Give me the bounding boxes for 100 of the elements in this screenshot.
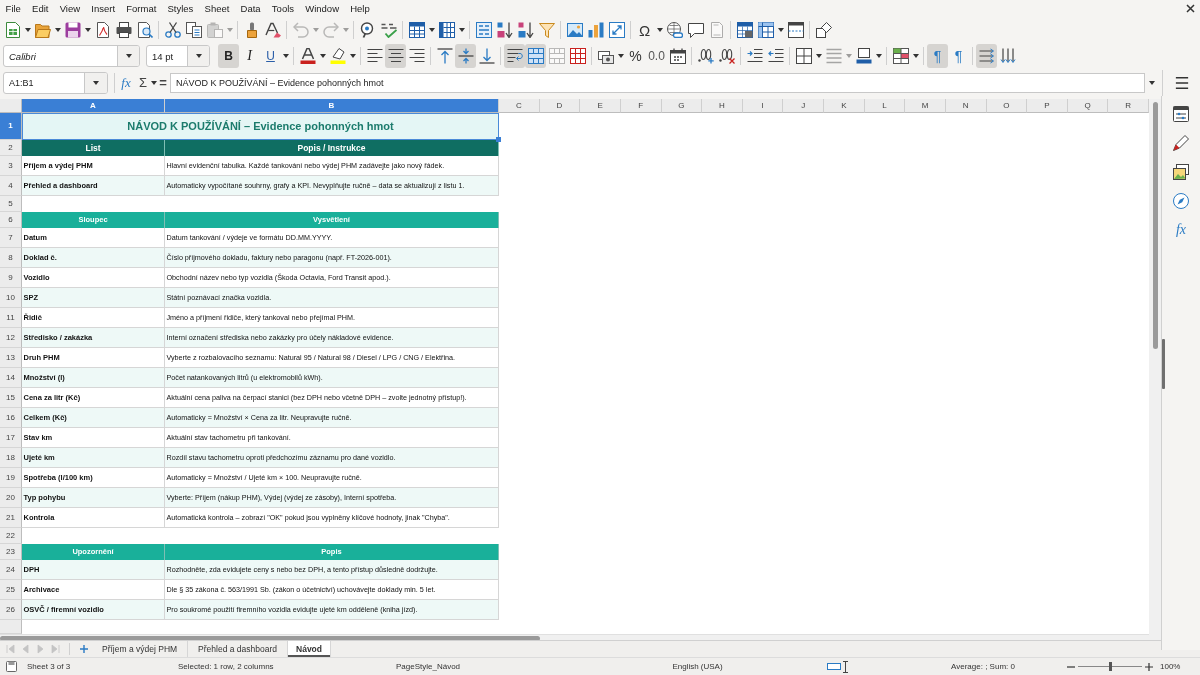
row-header[interactable]: 24 (0, 559, 22, 580)
printer-icon[interactable] (115, 22, 132, 39)
caret-icon[interactable] (319, 54, 326, 59)
column-header[interactable]: Q (1067, 98, 1109, 113)
image-icon[interactable] (566, 22, 583, 39)
menu-item[interactable]: Styles (161, 0, 199, 17)
column-header[interactable]: R (1108, 98, 1150, 113)
spellcheck-icon[interactable] (380, 22, 397, 39)
menu-item[interactable]: File (0, 0, 27, 17)
sort-ascending-icon[interactable] (496, 22, 513, 39)
column-header[interactable]: O (986, 98, 1028, 113)
sort-descending-icon[interactable] (517, 22, 534, 39)
print-preview-icon[interactable] (136, 22, 153, 39)
scissors-icon[interactable] (164, 22, 181, 39)
highlight-icon[interactable] (329, 48, 346, 65)
sum-button[interactable]: Σ (137, 72, 149, 93)
row-header[interactable]: 4 (0, 175, 22, 196)
vertical-scrollbar[interactable] (1149, 98, 1162, 643)
row-header[interactable]: 16 (0, 407, 22, 428)
column-header[interactable]: D (539, 98, 581, 113)
number-format-button[interactable]: 0.0 (646, 45, 667, 68)
fill-handle[interactable] (496, 136, 501, 142)
scrollbar-thumb[interactable] (1152, 101, 1158, 349)
increase-indent-icon[interactable] (746, 48, 763, 65)
merge-center-button[interactable] (525, 44, 546, 69)
pdf-export-icon[interactable] (94, 22, 111, 39)
horizontal-text-button[interactable] (976, 44, 997, 69)
row-header[interactable]: 13 (0, 347, 22, 368)
freeze-panes-icon[interactable] (757, 22, 774, 39)
caret-icon[interactable] (195, 54, 202, 59)
formula-button[interactable]: = (158, 72, 168, 93)
menu-item[interactable]: Window (299, 0, 345, 17)
caret-icon[interactable] (24, 28, 31, 33)
find-replace-icon[interactable] (359, 22, 376, 39)
caret-icon[interactable] (815, 54, 822, 59)
caret-icon[interactable] (428, 28, 435, 33)
pivot-table-icon[interactable] (608, 22, 625, 39)
row-header[interactable]: 11 (0, 307, 22, 328)
caret-icon[interactable] (656, 28, 663, 33)
row-header[interactable]: 8 (0, 247, 22, 268)
caret-icon[interactable] (84, 28, 91, 33)
close-icon[interactable] (1186, 4, 1195, 14)
sort-icon[interactable] (475, 22, 492, 39)
font-name-field[interactable]: Calibri (3, 45, 140, 68)
bold-button[interactable]: B (218, 44, 239, 69)
menu-item[interactable]: Tools (266, 0, 300, 17)
column-header[interactable]: K (824, 98, 865, 113)
column-header[interactable]: F (620, 98, 662, 113)
add-sheet-icon[interactable] (80, 644, 88, 653)
row-header[interactable]: 1 (0, 112, 22, 140)
italic-button[interactable]: I (239, 44, 260, 69)
properties-icon[interactable] (1173, 105, 1189, 122)
row-header[interactable]: 21 (0, 507, 22, 528)
caret-icon[interactable] (458, 28, 465, 33)
column-header[interactable]: M (905, 98, 946, 113)
hyperlink-icon[interactable] (666, 22, 683, 39)
menu-item[interactable]: Insert (85, 0, 121, 17)
row-header[interactable]: 15 (0, 387, 22, 408)
row-header[interactable]: 12 (0, 327, 22, 348)
formula-input[interactable]: NÁVOD K POUŽÍVÁNÍ – Evidence pohonných hmot (170, 72, 1145, 93)
column-header[interactable]: A (22, 98, 165, 113)
menu-item[interactable]: Help (344, 0, 376, 17)
table-columns-icon[interactable] (438, 22, 455, 39)
new-spreadsheet-icon[interactable] (4, 22, 21, 39)
caret-icon[interactable] (150, 80, 157, 85)
column-header[interactable]: C (499, 98, 540, 113)
menu-icon[interactable] (1174, 75, 1189, 90)
shapes-icon[interactable] (815, 22, 832, 39)
functions-button[interactable]: fx (1175, 221, 1187, 238)
border-color-icon[interactable] (855, 48, 872, 65)
navigator-icon[interactable] (1173, 192, 1189, 209)
menu-item[interactable]: Edit (26, 0, 55, 17)
add-decimal-icon[interactable] (697, 48, 714, 65)
sheet-tab[interactable]: Návod (288, 640, 331, 658)
text-cursor-icon[interactable] (843, 660, 848, 673)
copy-icon[interactable] (185, 22, 202, 39)
menu-item[interactable]: Format (120, 0, 162, 17)
column-header[interactable]: I (742, 98, 784, 113)
conditional-format-icon[interactable] (892, 48, 909, 65)
font-color-icon[interactable] (299, 48, 316, 65)
selection-mode-icon[interactable] (827, 663, 841, 671)
wrap-text-button[interactable] (504, 44, 525, 69)
name-box[interactable]: A1:B1 (3, 71, 108, 94)
column-header[interactable]: E (580, 98, 621, 113)
caret-icon[interactable] (1149, 80, 1155, 85)
column-header[interactable]: B (165, 98, 499, 113)
resize-handle[interactable] (1162, 338, 1166, 389)
row-header[interactable]: 25 (0, 579, 22, 600)
unmerge-cells-icon[interactable] (569, 48, 586, 65)
caret-icon[interactable] (282, 54, 289, 59)
font-size-field[interactable]: 14 pt (146, 45, 210, 68)
zoom-in-icon[interactable] (1145, 662, 1153, 671)
special-character-button[interactable]: Ω (634, 19, 655, 42)
column-header[interactable]: N (945, 98, 987, 113)
align-middle-button[interactable] (455, 44, 476, 69)
decrease-indent-icon[interactable] (767, 48, 784, 65)
comment-icon[interactable] (687, 22, 704, 39)
row-header[interactable]: 19 (0, 467, 22, 488)
right-to-left-button[interactable]: ¶ (948, 44, 969, 69)
row-header[interactable]: 18 (0, 447, 22, 468)
